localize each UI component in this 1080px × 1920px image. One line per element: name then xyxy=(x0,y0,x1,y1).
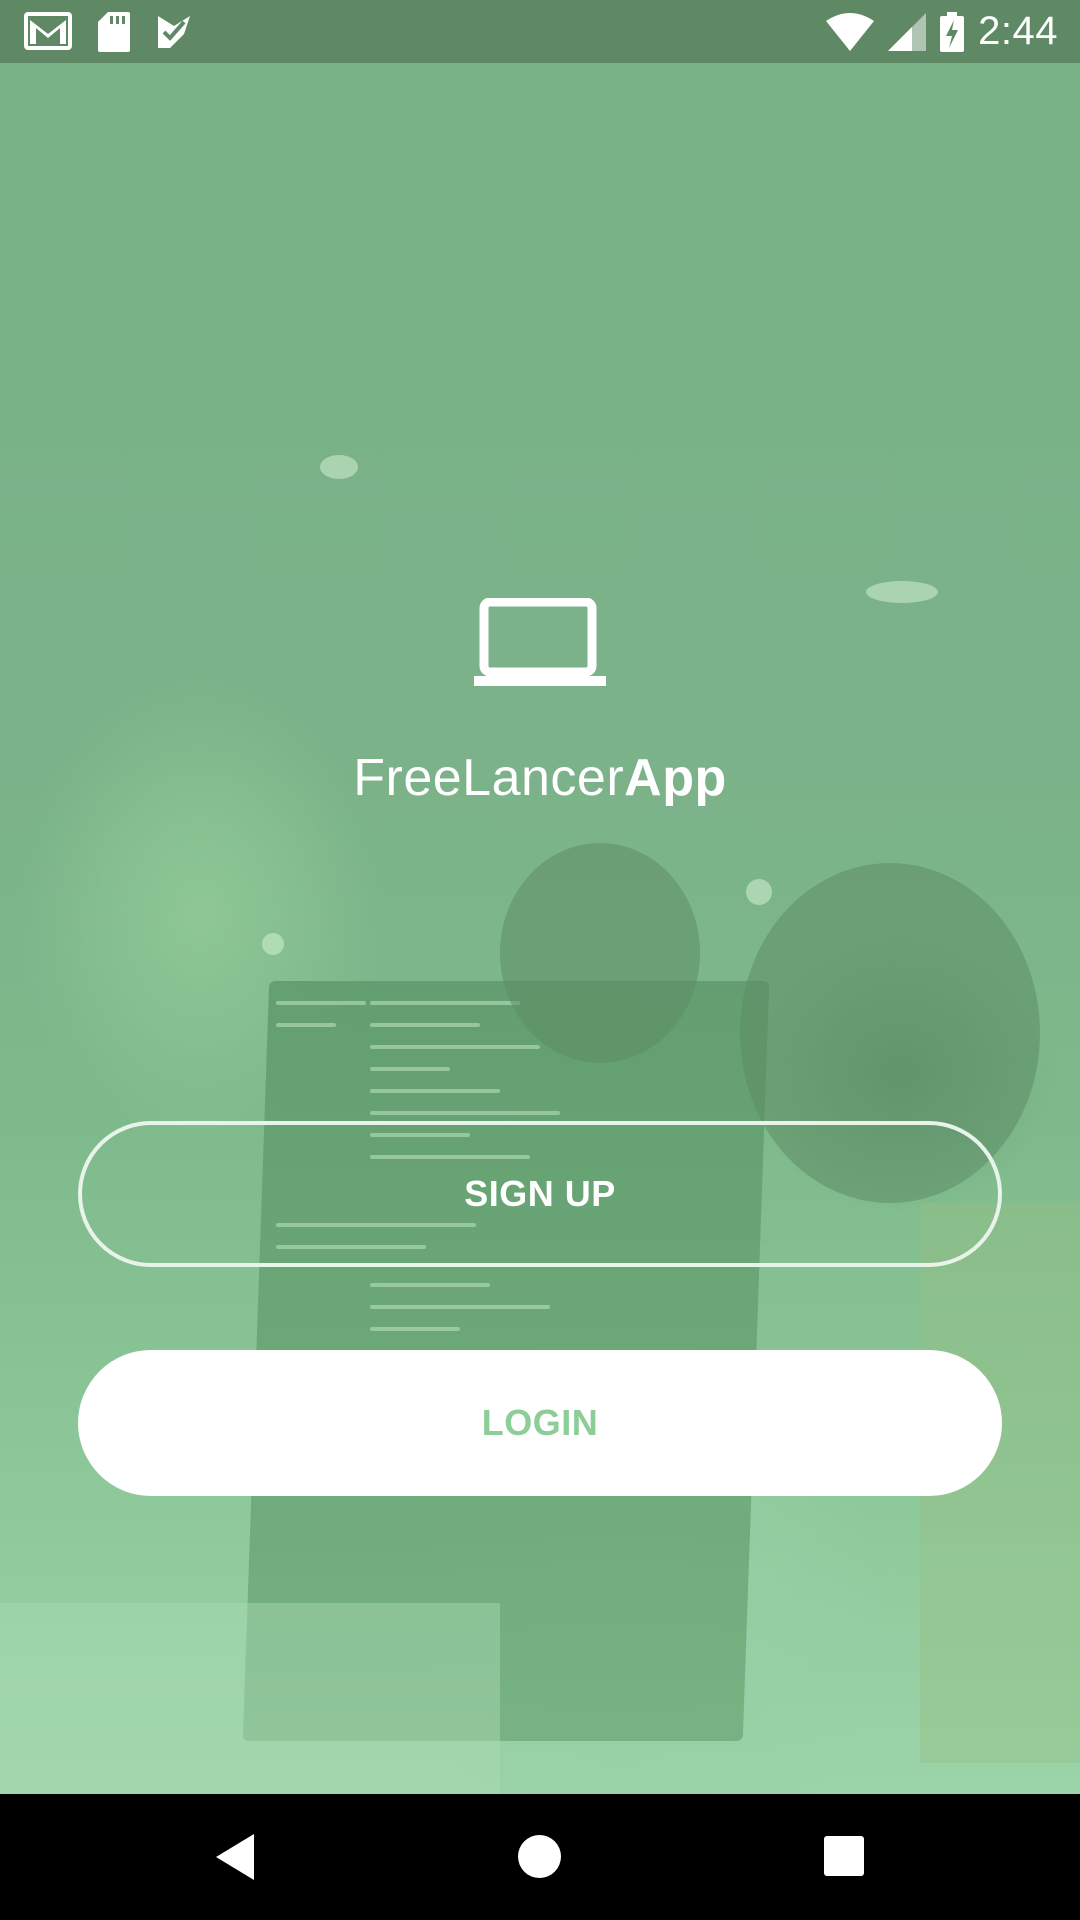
login-button[interactable]: LOGIN xyxy=(78,1350,1002,1496)
navigation-bar xyxy=(0,1794,1080,1920)
app-title-regular: FreeLancer xyxy=(353,749,625,807)
laptop-icon xyxy=(474,598,606,686)
battery-charging-icon xyxy=(940,11,965,52)
wifi-icon xyxy=(826,12,875,51)
cell-signal-icon xyxy=(888,12,927,51)
gmail-icon xyxy=(24,11,72,52)
back-icon[interactable] xyxy=(216,1834,254,1880)
app-title-bold: App xyxy=(624,749,727,807)
app-title: FreeLancerApp xyxy=(0,748,1080,808)
status-bar: 2:44 xyxy=(0,0,1080,63)
sign-up-button[interactable]: SIGN UP xyxy=(78,1121,1002,1267)
home-icon[interactable] xyxy=(518,1835,561,1878)
background-photo xyxy=(0,63,1080,1794)
screen: 2:44 FreeLancerApp SIGN UP LOGIN xyxy=(0,0,1080,1920)
status-notification-icons xyxy=(24,11,218,52)
status-system-icons: 2:44 xyxy=(812,9,1058,54)
status-clock: 2:44 xyxy=(978,9,1058,53)
recent-apps-icon[interactable] xyxy=(824,1836,864,1876)
task-check-icon xyxy=(156,14,192,50)
sd-card-icon xyxy=(98,11,130,52)
